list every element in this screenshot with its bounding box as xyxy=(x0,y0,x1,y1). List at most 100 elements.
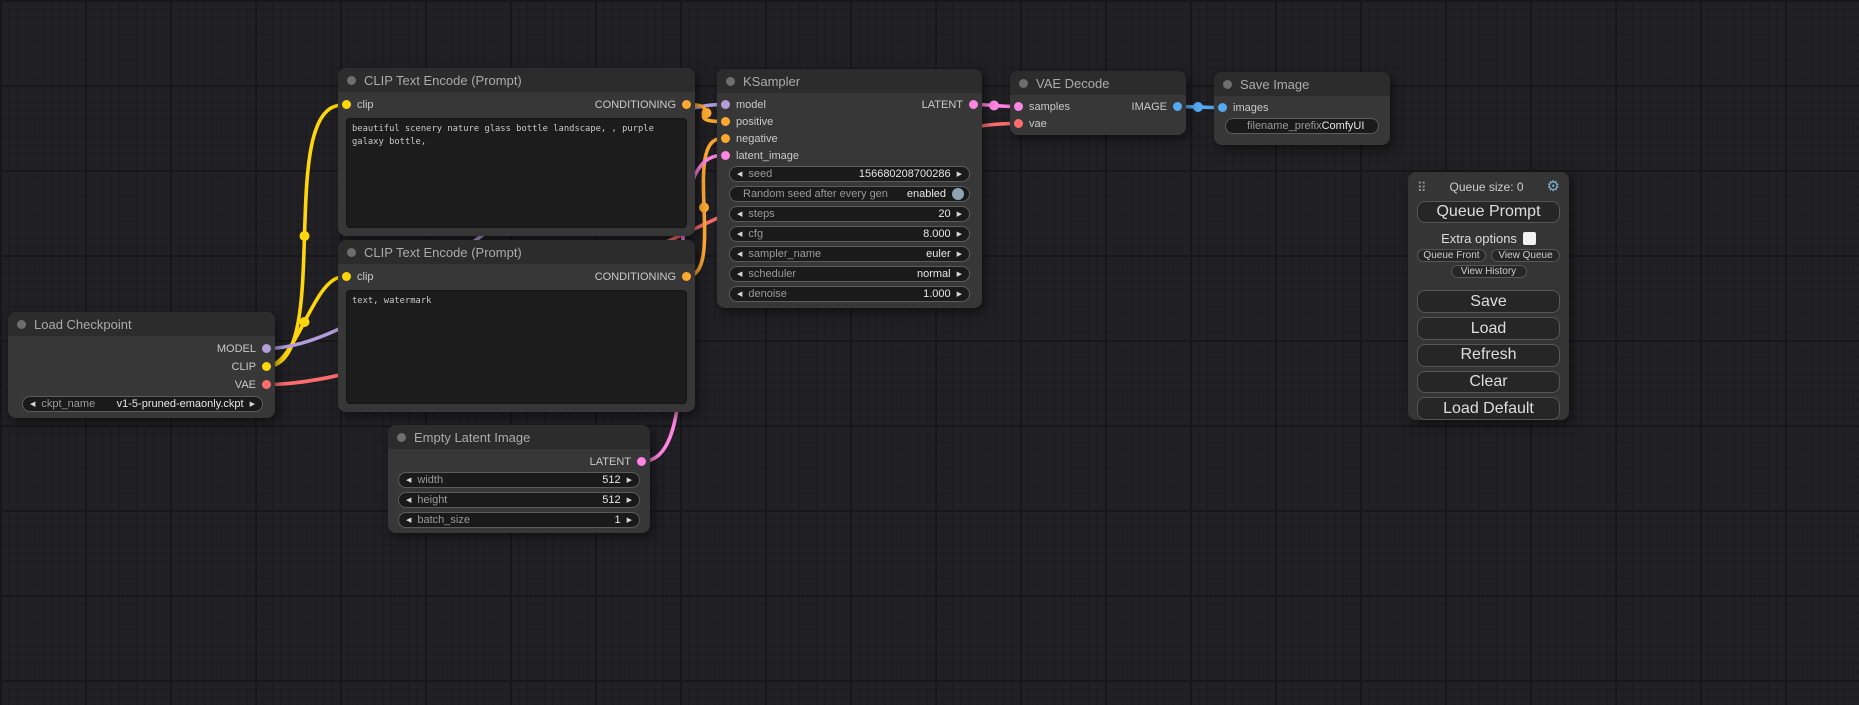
node-clip-text-encode-negative[interactable]: CLIP Text Encode (Prompt) clip CONDITION… xyxy=(338,240,695,412)
save-button[interactable]: Save xyxy=(1417,290,1560,313)
input-socket-clip[interactable] xyxy=(342,100,351,109)
widget-label: width xyxy=(417,474,443,486)
left-arrow-icon[interactable]: ◀ xyxy=(30,401,35,408)
link-dot-negative[interactable] xyxy=(699,203,709,213)
link-dot-clip-negative[interactable] xyxy=(300,317,310,327)
output-label-conditioning: CONDITIONING xyxy=(595,99,676,111)
node-titlebar[interactable]: Empty Latent Image xyxy=(388,425,650,449)
output-socket-latent[interactable] xyxy=(969,100,978,109)
right-arrow-icon[interactable]: ▶ xyxy=(957,211,962,218)
node-titlebar[interactable]: CLIP Text Encode (Prompt) xyxy=(338,240,695,264)
random-seed-widget[interactable]: Random seed after every gen enabled xyxy=(729,186,970,202)
input-label-clip: clip xyxy=(357,99,374,111)
left-arrow-icon[interactable]: ◀ xyxy=(737,251,742,258)
input-socket-images[interactable] xyxy=(1218,103,1227,112)
output-socket-clip[interactable] xyxy=(262,362,271,371)
extra-options-checkbox[interactable] xyxy=(1523,232,1536,245)
queue-panel: ⠿ Queue size: 0 ⚙ Queue Prompt Extra opt… xyxy=(1408,172,1569,420)
clear-button[interactable]: Clear xyxy=(1417,371,1560,394)
widget-label: cfg xyxy=(748,228,763,240)
input-socket-positive[interactable] xyxy=(721,117,730,126)
link-dot-image[interactable] xyxy=(1193,102,1203,112)
right-arrow-icon[interactable]: ▶ xyxy=(957,231,962,238)
cfg-widget[interactable]: ◀ cfg 8.000 ▶ xyxy=(729,226,970,242)
load-default-button[interactable]: Load Default xyxy=(1417,397,1560,420)
output-socket-conditioning[interactable] xyxy=(682,100,691,109)
right-arrow-icon[interactable]: ▶ xyxy=(627,517,632,524)
node-titlebar[interactable]: Load Checkpoint xyxy=(8,312,275,336)
input-socket-latent-image[interactable] xyxy=(721,151,730,160)
input-socket-clip[interactable] xyxy=(342,272,351,281)
output-label-vae: VAE xyxy=(235,379,256,391)
gear-icon[interactable]: ⚙ xyxy=(1547,180,1560,194)
left-arrow-icon[interactable]: ◀ xyxy=(737,171,742,178)
refresh-button[interactable]: Refresh xyxy=(1417,344,1560,367)
left-arrow-icon[interactable]: ◀ xyxy=(406,497,411,504)
graph-canvas[interactable]: { "icons": { "left_arrow": "◀", "right_a… xyxy=(0,0,1859,705)
left-arrow-icon[interactable]: ◀ xyxy=(737,211,742,218)
right-arrow-icon[interactable]: ▶ xyxy=(957,251,962,258)
right-arrow-icon[interactable]: ▶ xyxy=(250,401,255,408)
sampler-name-widget[interactable]: ◀ sampler_name euler ▶ xyxy=(729,246,970,262)
node-titlebar[interactable]: VAE Decode xyxy=(1010,71,1186,95)
output-socket-latent[interactable] xyxy=(637,457,646,466)
node-ksampler[interactable]: KSampler model positive negative latent_… xyxy=(717,69,982,308)
queue-prompt-button[interactable]: Queue Prompt xyxy=(1417,201,1560,224)
filename-prefix-widget[interactable]: filename_prefix ComfyUI xyxy=(1225,118,1379,134)
node-load-checkpoint[interactable]: Load Checkpoint MODEL CLIP VAE ◀ ckpt_na… xyxy=(8,312,275,418)
node-clip-text-encode-positive[interactable]: CLIP Text Encode (Prompt) clip CONDITION… xyxy=(338,68,695,236)
left-arrow-icon[interactable]: ◀ xyxy=(737,291,742,298)
right-arrow-icon[interactable]: ▶ xyxy=(627,497,632,504)
right-arrow-icon[interactable]: ▶ xyxy=(957,171,962,178)
link-dot-positive[interactable] xyxy=(702,108,712,118)
input-label-model: model xyxy=(736,99,766,111)
width-widget[interactable]: ◀ width 512 ▶ xyxy=(398,472,640,488)
link-dot-latent[interactable] xyxy=(989,101,999,111)
link-dot-clip-positive[interactable] xyxy=(300,231,310,241)
collapse-dot[interactable] xyxy=(726,77,735,86)
node-titlebar[interactable]: Save Image xyxy=(1214,72,1390,96)
input-socket-vae[interactable] xyxy=(1014,119,1023,128)
prompt-textarea[interactable]: text, watermark xyxy=(346,290,687,404)
input-socket-negative[interactable] xyxy=(721,134,730,143)
collapse-dot[interactable] xyxy=(347,76,356,85)
input-socket-model[interactable] xyxy=(721,100,730,109)
prompt-textarea[interactable]: beautiful scenery nature glass bottle la… xyxy=(346,118,687,228)
node-vae-decode[interactable]: VAE Decode samples vae IMAGE xyxy=(1010,71,1186,135)
collapse-dot[interactable] xyxy=(397,433,406,442)
output-socket-vae[interactable] xyxy=(262,380,271,389)
right-arrow-icon[interactable]: ▶ xyxy=(957,291,962,298)
collapse-dot[interactable] xyxy=(17,320,26,329)
queue-front-button[interactable]: Queue Front xyxy=(1417,249,1486,262)
view-queue-button[interactable]: View Queue xyxy=(1491,249,1560,262)
denoise-widget[interactable]: ◀ denoise 1.000 ▶ xyxy=(729,286,970,302)
node-titlebar[interactable]: CLIP Text Encode (Prompt) xyxy=(338,68,695,92)
height-widget[interactable]: ◀ height 512 ▶ xyxy=(398,492,640,508)
scheduler-widget[interactable]: ◀ scheduler normal ▶ xyxy=(729,266,970,282)
left-arrow-icon[interactable]: ◀ xyxy=(406,517,411,524)
input-socket-samples[interactable] xyxy=(1014,102,1023,111)
ckpt-name-widget[interactable]: ◀ ckpt_name v1-5-pruned-emaonly.ckpt ▶ xyxy=(22,396,263,412)
collapse-dot[interactable] xyxy=(347,248,356,257)
output-socket-model[interactable] xyxy=(262,344,271,353)
node-empty-latent-image[interactable]: Empty Latent Image LATENT ◀ width 512 ▶ … xyxy=(388,425,650,533)
drag-handle-icon[interactable]: ⠿ xyxy=(1417,181,1427,194)
load-button[interactable]: Load xyxy=(1417,317,1560,340)
right-arrow-icon[interactable]: ▶ xyxy=(957,271,962,278)
node-save-image[interactable]: Save Image images filename_prefix ComfyU… xyxy=(1214,72,1390,145)
collapse-dot[interactable] xyxy=(1223,80,1232,89)
widget-label: steps xyxy=(748,208,774,220)
view-history-button[interactable]: View History xyxy=(1451,265,1527,278)
output-socket-conditioning[interactable] xyxy=(682,272,691,281)
toggle-knob[interactable] xyxy=(952,188,964,200)
seed-widget[interactable]: ◀ seed 156680208700286 ▶ xyxy=(729,166,970,182)
right-arrow-icon[interactable]: ▶ xyxy=(627,477,632,484)
node-titlebar[interactable]: KSampler xyxy=(717,69,982,93)
output-socket-image[interactable] xyxy=(1173,102,1182,111)
left-arrow-icon[interactable]: ◀ xyxy=(737,231,742,238)
left-arrow-icon[interactable]: ◀ xyxy=(737,271,742,278)
left-arrow-icon[interactable]: ◀ xyxy=(406,477,411,484)
batch-size-widget[interactable]: ◀ batch_size 1 ▶ xyxy=(398,512,640,528)
steps-widget[interactable]: ◀ steps 20 ▶ xyxy=(729,206,970,222)
collapse-dot[interactable] xyxy=(1019,79,1028,88)
